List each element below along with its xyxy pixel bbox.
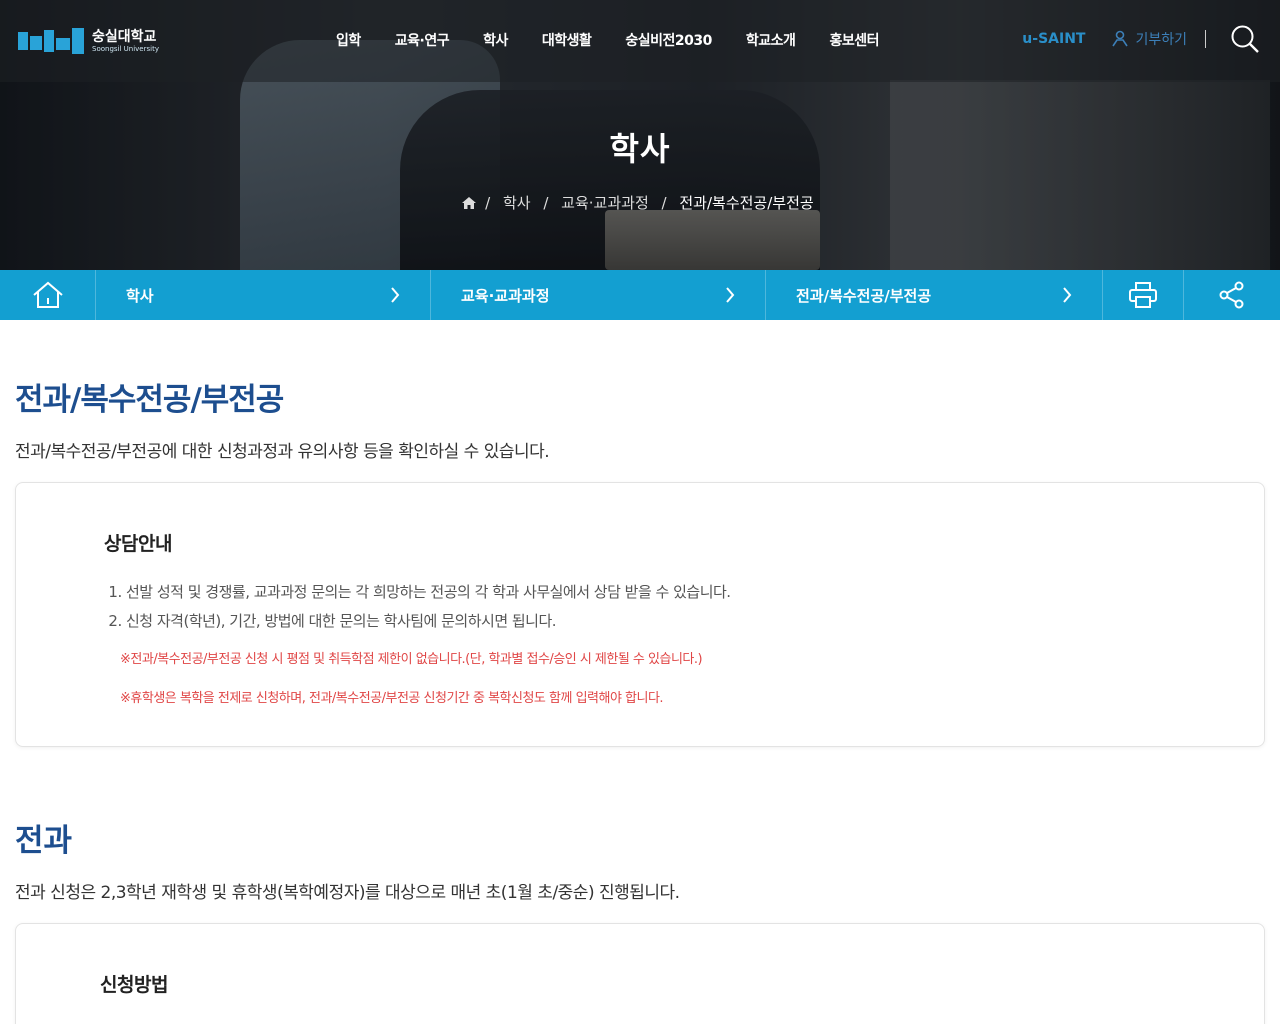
location-dropdown-depth2[interactable]: 교육·교과과정 [431, 270, 766, 320]
nav-admission[interactable]: 입학 [336, 30, 361, 50]
nav-vision-2030[interactable]: 숭실비전2030 [625, 30, 712, 50]
nav-education-research[interactable]: 교육·연구 [395, 30, 450, 50]
location-dropdown-depth1[interactable]: 학사 [96, 270, 431, 320]
section-title-major: 전과/복수전공/부전공 [15, 382, 284, 418]
search-icon[interactable] [1230, 24, 1260, 54]
top-header: 숭실대학교 Soongsil University 입학 교육·연구 학사 대학… [0, 0, 1280, 82]
location-depth1-label: 학사 [126, 286, 154, 305]
usaint-link[interactable]: u-SAINT [1022, 31, 1085, 47]
location-depth2-label: 교육·교과과정 [461, 286, 550, 305]
list-item: 신청 자격(학년), 기간, 방법에 대한 문의는 학사팀에 문의하시면 됩니다… [126, 607, 1176, 636]
logo-mark-icon [18, 26, 86, 56]
application-method-box: 신청방법 [15, 923, 1265, 1024]
section-title-transfer: 전과 [15, 823, 73, 859]
university-logo[interactable]: 숭실대학교 Soongsil University [18, 26, 159, 56]
consultation-list: 선발 성적 및 경쟁률, 교과과정 문의는 각 희망하는 전공의 각 학과 사무… [126, 578, 1176, 636]
consultation-title: 상담안내 [104, 533, 172, 555]
location-bar: 학사 교육·교과과정 전과/복수전공/부전공 [0, 270, 1280, 320]
main-content: 전과/복수전공/부전공 전과/복수전공/부전공에 대한 신청과정과 유의사항 등… [15, 320, 1265, 1024]
application-method-title: 신청방법 [100, 974, 168, 996]
main-navigation: 입학 교육·연구 학사 대학생활 숭실비전2030 학교소개 홍보센터 [336, 30, 913, 50]
breadcrumb-academics[interactable]: 학사 [503, 194, 531, 212]
section-lead-major: 전과/복수전공/부전공에 대한 신청과정과 유의사항 등을 확인하실 수 있습니… [15, 442, 550, 462]
nav-about[interactable]: 학교소개 [746, 30, 796, 50]
printer-icon [1129, 282, 1157, 308]
share-button[interactable] [1184, 270, 1280, 320]
chevron-right-icon [1063, 287, 1072, 303]
chevron-right-icon [391, 287, 400, 303]
home-outline-icon [32, 281, 63, 308]
hero-banner: 숭실대학교 Soongsil University 입학 교육·연구 학사 대학… [0, 0, 1280, 270]
nav-pr-center[interactable]: 홍보센터 [829, 30, 879, 50]
utility-menu: u-SAINT 기부하기 [1022, 24, 1260, 54]
page-title: 학사 [609, 130, 671, 168]
donate-link[interactable]: 기부하기 [1111, 29, 1187, 49]
location-dropdown-depth3[interactable]: 전과/복수전공/부전공 [766, 270, 1103, 320]
section-lead-transfer: 전과 신청은 2,3학년 재학생 및 휴학생(복학예정자)를 대상으로 매년 초… [15, 883, 680, 903]
home-icon[interactable] [462, 197, 477, 209]
logo-text-ko: 숭실대학교 [92, 28, 157, 45]
location-depth3-label: 전과/복수전공/부전공 [796, 286, 932, 305]
logo-text-en: Soongsil University [92, 44, 159, 53]
consultation-box: 상담안내 선발 성적 및 경쟁률, 교과과정 문의는 각 희망하는 전공의 각 … [15, 482, 1265, 747]
location-home-button[interactable] [0, 270, 96, 320]
donate-label: 기부하기 [1135, 32, 1187, 48]
list-item: 선발 성적 및 경쟁률, 교과과정 문의는 각 희망하는 전공의 각 학과 사무… [126, 578, 1176, 607]
breadcrumb-curriculum[interactable]: 교육·교과과정 [561, 194, 649, 212]
warning-note: ※휴학생은 복학을 전제로 신청하며, 전과/복수전공/부전공 신청기간 중 복… [120, 691, 664, 706]
nav-academics[interactable]: 학사 [483, 30, 508, 50]
breadcrumb: / 학사 / 교육·교과과정 / 전과/복수전공/부전공 [0, 192, 1280, 213]
warning-note: ※전과/복수전공/부전공 신청 시 평점 및 취득학점 제한이 없습니다.(단,… [120, 652, 703, 667]
donate-icon [1112, 30, 1129, 47]
nav-campus-life[interactable]: 대학생활 [542, 30, 592, 50]
share-icon [1219, 281, 1244, 309]
breadcrumb-current: 전과/복수전공/부전공 [679, 194, 814, 212]
chevron-right-icon [726, 287, 735, 303]
divider [1205, 30, 1206, 48]
print-button[interactable] [1103, 270, 1184, 320]
